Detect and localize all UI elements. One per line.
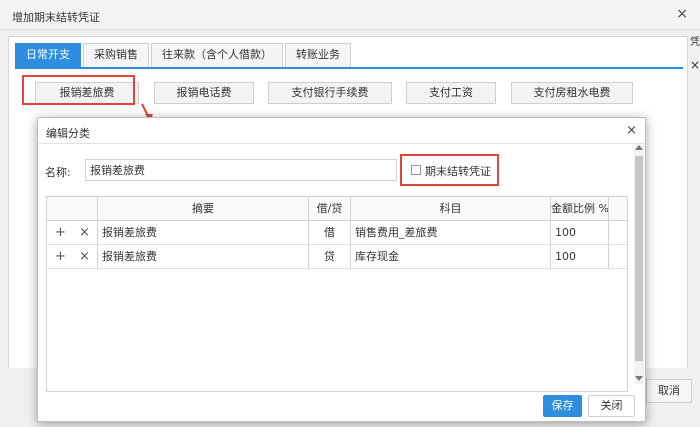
- row-summary[interactable]: 报销差旅费: [98, 245, 309, 269]
- row-actions: + ×: [47, 221, 98, 245]
- row-summary[interactable]: 报销差旅费: [98, 221, 309, 245]
- header-ratio: 金额比例 %: [551, 197, 609, 221]
- row-direction[interactable]: 贷: [309, 245, 351, 269]
- row-account[interactable]: 库存现金: [351, 245, 551, 269]
- close-button[interactable]: 关闭: [588, 395, 635, 417]
- table-header: 摘要 借/贷 科目 金额比例 %: [47, 197, 627, 221]
- tab-transfer[interactable]: 转账业务: [285, 43, 351, 67]
- entry-table: 摘要 借/贷 科目 金额比例 % + × 报销差旅费 借 销售费用_差旅费 10…: [46, 196, 628, 392]
- outer-title: 增加期末结转凭证: [12, 11, 100, 24]
- tab-purchase-sales[interactable]: 采购销售: [83, 43, 149, 67]
- table-row[interactable]: + × 报销差旅费 贷 库存现金 100: [47, 245, 627, 269]
- table-row[interactable]: + × 报销差旅费 借 销售费用_差旅费 100: [47, 221, 627, 245]
- outer-title-bar: 增加期末结转凭证 ×: [0, 0, 700, 30]
- period-end-checkbox-highlight: 期末结转凭证: [400, 154, 499, 186]
- phone-expense-button[interactable]: 报销电话费: [154, 82, 254, 104]
- header-direction: 借/贷: [309, 197, 351, 221]
- period-end-checkbox[interactable]: [411, 165, 421, 175]
- row-actions: + ×: [47, 245, 98, 269]
- dialog-title: 编辑分类: [46, 127, 90, 140]
- row-ratio[interactable]: 100: [551, 245, 609, 269]
- edge-close-icon[interactable]: ×: [690, 58, 700, 72]
- header-summary: 摘要: [98, 197, 309, 221]
- plus-icon[interactable]: +: [55, 250, 66, 264]
- row-ratio[interactable]: 100: [551, 221, 609, 245]
- dialog-close-icon[interactable]: ×: [626, 123, 637, 138]
- tab-underline: [15, 67, 683, 69]
- name-input[interactable]: [85, 159, 397, 181]
- tab-receivables[interactable]: 往来款（含个人借款）: [151, 43, 283, 67]
- dialog-scrollbar[interactable]: [634, 144, 644, 384]
- highlight-box: [22, 75, 135, 105]
- outer-close-icon[interactable]: ×: [676, 6, 688, 22]
- dialog-title-bar: 编辑分类 ×: [38, 118, 645, 144]
- bank-fee-button[interactable]: 支付银行手续费: [268, 82, 392, 104]
- times-icon[interactable]: ×: [79, 250, 90, 264]
- tab-bar: 日常开支 采购销售 往来款（含个人借款） 转账业务: [15, 43, 353, 67]
- pay-salary-button[interactable]: 支付工资: [406, 82, 496, 104]
- header-account: 科目: [351, 197, 551, 221]
- plus-icon[interactable]: +: [55, 226, 66, 240]
- scroll-down-icon[interactable]: [635, 376, 643, 381]
- row-direction[interactable]: 借: [309, 221, 351, 245]
- scroll-up-icon[interactable]: [635, 145, 643, 150]
- save-button[interactable]: 保存: [543, 395, 582, 417]
- pay-rent-button[interactable]: 支付房租水电费: [511, 82, 633, 104]
- edge-text: 凭: [690, 37, 700, 48]
- period-end-checkbox-label[interactable]: 期末结转凭证: [425, 163, 491, 179]
- scroll-thumb[interactable]: [635, 156, 643, 361]
- name-label: 名称:: [45, 166, 71, 179]
- edit-category-dialog: 编辑分类 × 名称: 期末结转凭证 摘要 借/贷 科目 金额比例 % + × 报…: [37, 117, 646, 422]
- outer-cancel-button[interactable]: 取消: [646, 379, 692, 403]
- tab-daily-expense[interactable]: 日常开支: [15, 43, 81, 67]
- row-account[interactable]: 销售费用_差旅费: [351, 221, 551, 245]
- times-icon[interactable]: ×: [79, 226, 90, 240]
- header-actions: [47, 197, 98, 221]
